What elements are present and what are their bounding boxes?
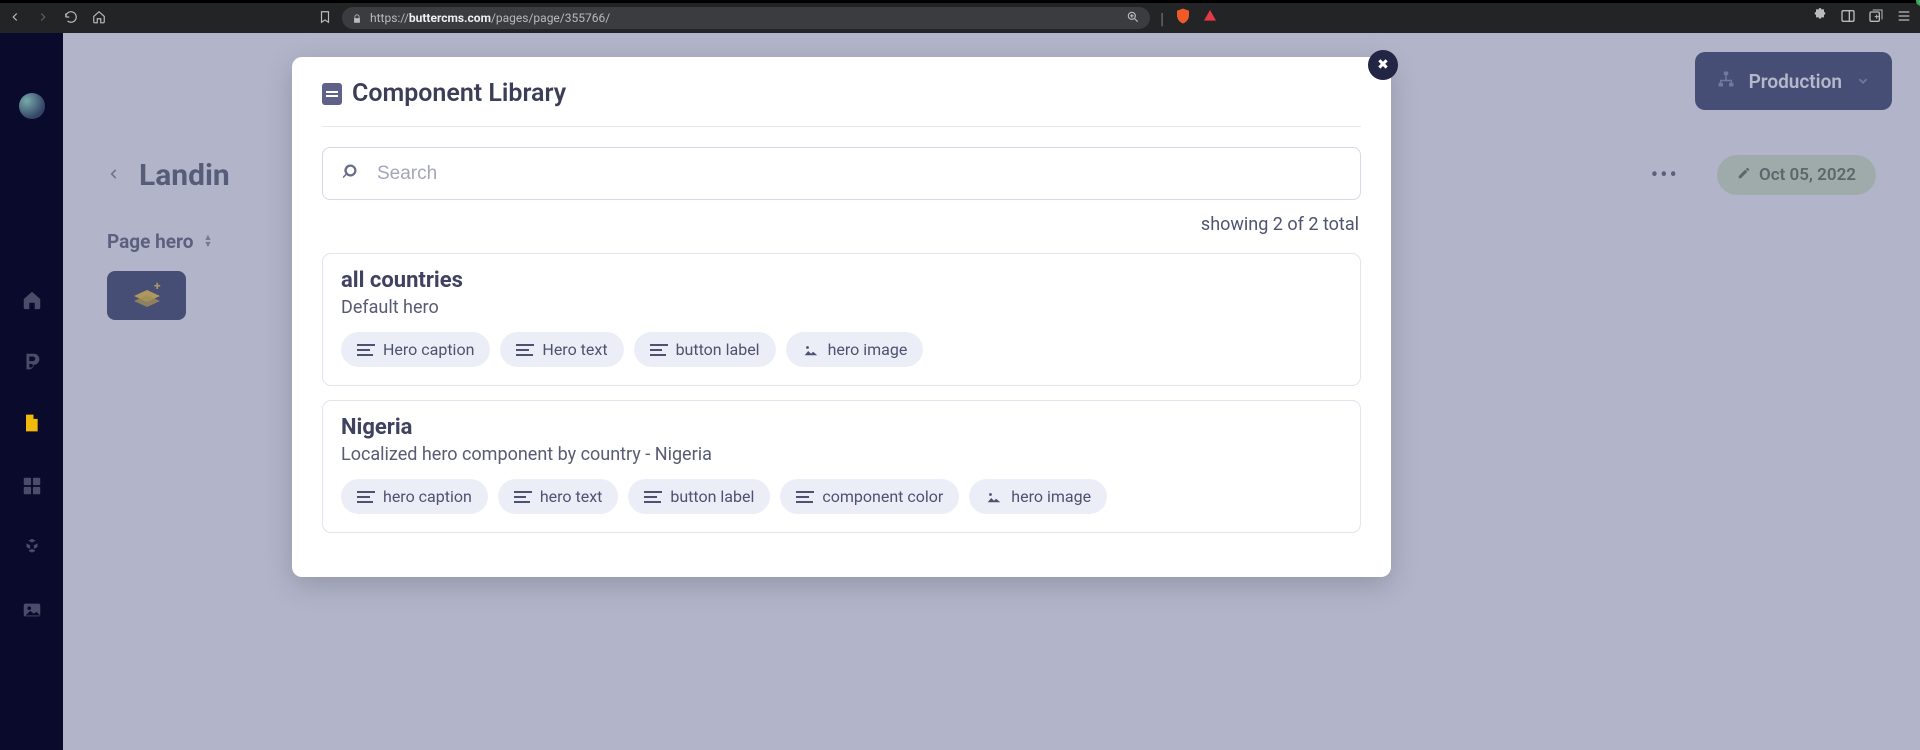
brave-logo-icon[interactable]	[1202, 8, 1218, 28]
field-chip: button label	[628, 479, 770, 514]
zoom-icon[interactable]	[1126, 9, 1140, 28]
pages-icon[interactable]	[21, 413, 43, 435]
image-field-icon	[802, 344, 820, 356]
field-chip-label: hero text	[540, 487, 603, 506]
component-card[interactable]: Nigeria Localized hero component by count…	[322, 400, 1361, 533]
media-icon[interactable]	[21, 599, 43, 621]
text-field-icon	[357, 344, 375, 356]
url-bar[interactable]: https://buttercms.com/pages/page/355766/	[342, 7, 1150, 29]
tab-add-icon[interactable]	[1868, 8, 1884, 28]
component-name: Nigeria	[341, 415, 1342, 440]
result-count: showing 2 of 2 total	[324, 214, 1359, 235]
menu-icon[interactable]	[1896, 8, 1912, 28]
nav-reload-icon[interactable]	[64, 9, 78, 28]
component-card[interactable]: all countries Default hero Hero caption Her…	[322, 253, 1361, 386]
field-chip-label: component color	[822, 487, 943, 506]
library-icon	[322, 83, 342, 105]
field-chip-label: hero image	[828, 340, 908, 359]
extensions-icon[interactable]	[1812, 8, 1828, 28]
field-chip-label: Hero caption	[383, 340, 474, 359]
field-chip: component color	[780, 479, 959, 514]
workspace: Production Landin ••• Oct 05, 2022 Page …	[63, 33, 1920, 750]
text-field-icon	[644, 491, 662, 503]
component-library-modal: ✖ Component Library showing 2 of 2 total…	[292, 57, 1391, 577]
browser-toolbar: https://buttercms.com/pages/page/355766/…	[0, 3, 1920, 33]
nav-forward-icon	[36, 9, 50, 28]
close-button[interactable]: ✖	[1368, 50, 1398, 80]
panel-icon[interactable]	[1840, 8, 1856, 28]
modal-title: Component Library	[322, 79, 1361, 108]
nav-home-icon[interactable]	[92, 9, 106, 28]
text-field-icon	[796, 491, 814, 503]
app-sidebar	[0, 33, 63, 750]
components-icon[interactable]	[21, 537, 43, 559]
field-chip-label: button label	[676, 340, 760, 359]
text-field-icon	[357, 491, 375, 503]
search-field-wrapper[interactable]	[322, 147, 1361, 200]
blog-icon[interactable]	[21, 351, 43, 373]
brave-shield-icon[interactable]: 5	[1174, 7, 1192, 29]
collections-icon[interactable]	[21, 475, 43, 497]
component-name: all countries	[341, 268, 1342, 293]
field-chip: Hero caption	[341, 332, 490, 367]
bookmark-icon[interactable]	[318, 9, 332, 28]
lock-icon	[352, 9, 362, 28]
text-field-icon	[516, 344, 534, 356]
close-icon: ✖	[1377, 57, 1389, 73]
field-chip: button label	[634, 332, 776, 367]
field-chip: hero image	[786, 332, 924, 367]
field-chip-label: hero image	[1011, 487, 1091, 506]
field-chip: hero text	[498, 479, 619, 514]
field-chip: Hero text	[500, 332, 623, 367]
home-icon[interactable]	[21, 289, 43, 311]
image-field-icon	[985, 491, 1003, 503]
text-field-icon	[514, 491, 532, 503]
search-input[interactable]	[377, 163, 1340, 185]
text-field-icon	[650, 344, 668, 356]
field-chip: hero caption	[341, 479, 488, 514]
field-chip-label: button label	[670, 487, 754, 506]
field-chip: hero image	[969, 479, 1107, 514]
component-description: Default hero	[341, 297, 1342, 318]
field-chip-label: Hero text	[542, 340, 607, 359]
url-text: https://buttercms.com/pages/page/355766/	[370, 11, 610, 25]
field-chip-label: hero caption	[383, 487, 472, 506]
component-description: Localized hero component by country - Ni…	[341, 444, 1342, 465]
avatar[interactable]	[19, 93, 45, 119]
search-icon	[343, 163, 361, 185]
nav-back-icon[interactable]	[8, 9, 22, 28]
